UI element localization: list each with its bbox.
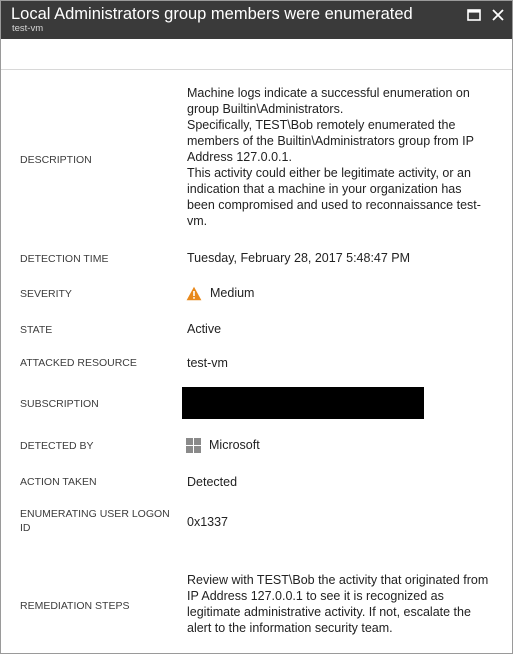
action-taken-label: ACTION TAKEN: [20, 476, 97, 488]
enumerating-user-value: 0x1337: [187, 515, 229, 529]
description-line: Machine logs indicate a successful enume…: [187, 86, 470, 116]
enumerating-user-label: ENUMERATING USER LOGON ID: [20, 508, 170, 534]
remediation-steps-label: REMEDIATION STEPS: [20, 600, 130, 612]
detection-time-label: DETECTION TIME: [20, 253, 109, 265]
state-label: STATE: [20, 324, 53, 336]
warning-icon: [186, 286, 202, 300]
detected-by-label: DETECTED BY: [20, 440, 94, 452]
severity-value: Medium: [186, 285, 491, 301]
attacked-resource-label: ATTACKED RESOURCE: [20, 357, 137, 369]
state-value: Active: [187, 322, 222, 336]
close-icon: [492, 9, 504, 21]
window-title: Local Administrators group members were …: [11, 5, 413, 23]
severity-label: SEVERITY: [20, 288, 72, 300]
remediation-steps-value: Review with TEST\Bob the activity that o…: [187, 573, 489, 635]
toolbar-strip: [1, 39, 512, 70]
action-taken-value: Detected: [187, 475, 238, 489]
subscription-label: SUBSCRIPTION: [20, 398, 99, 410]
detected-by-text: Microsoft: [209, 438, 260, 452]
description-line: This activity could either be legitimate…: [187, 166, 481, 228]
description-label: DESCRIPTION: [20, 154, 92, 166]
detected-by-value: Microsoft: [186, 437, 491, 453]
alert-details-blade: Local Administrators group members were …: [0, 0, 513, 654]
attacked-resource-value: test-vm: [187, 356, 228, 370]
description-line: Specifically, TEST\Bob remotely enumerat…: [187, 118, 474, 164]
window-subtitle: test-vm: [12, 23, 44, 34]
close-button[interactable]: [490, 7, 506, 23]
detection-time-value: Tuesday, February 28, 2017 5:48:47 PM: [187, 251, 411, 265]
description-value: Machine logs indicate a successful enume…: [187, 85, 492, 229]
title-bar: Local Administrators group members were …: [1, 1, 512, 39]
redacted-subscription-value: [182, 387, 424, 419]
windows-logo-icon: [186, 437, 201, 453]
maximize-icon: [467, 9, 481, 21]
severity-text: Medium: [210, 286, 255, 300]
maximize-button[interactable]: [466, 7, 482, 23]
